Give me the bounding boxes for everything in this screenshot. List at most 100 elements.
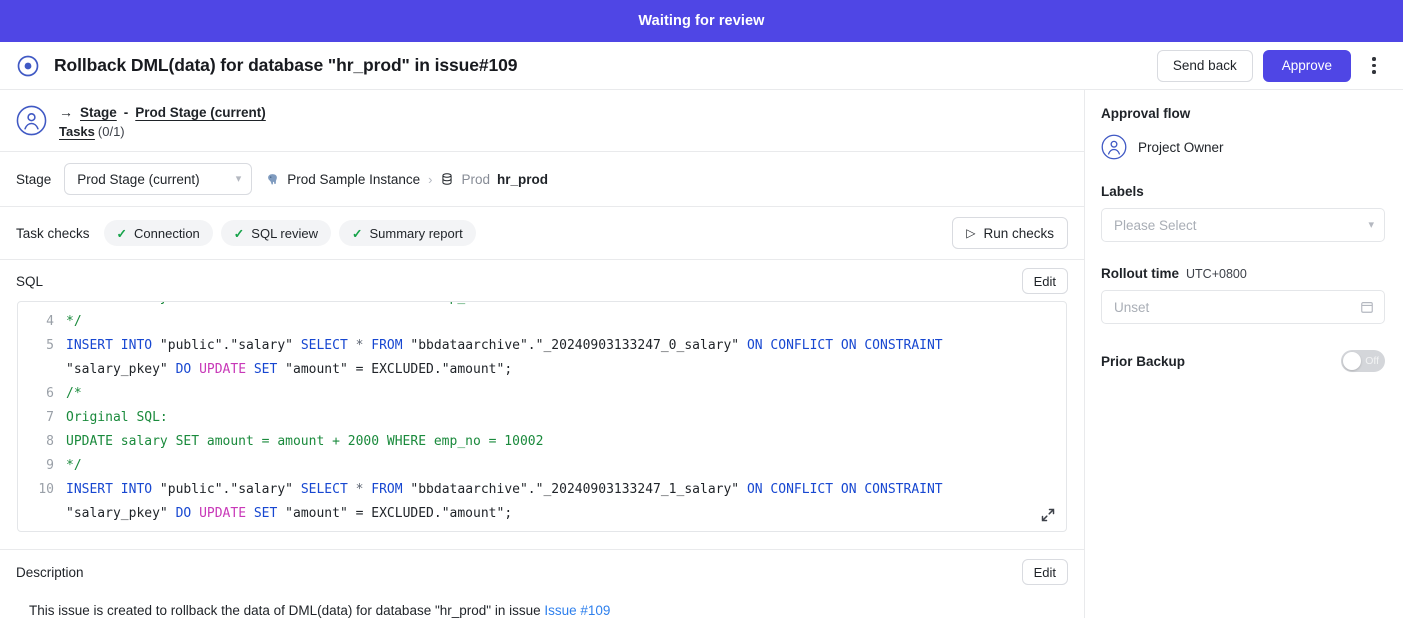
sql-line-content: UPDATE salary SET amount = amount + 1000… bbox=[66, 302, 1066, 310]
kebab-menu-icon[interactable] bbox=[1359, 51, 1389, 81]
sql-line-number: 9 bbox=[46, 458, 54, 473]
stage-header: → Stage - Prod Stage (current) Tasks (0/1… bbox=[0, 90, 1084, 152]
expand-fullscreen-icon[interactable] bbox=[1040, 507, 1056, 523]
sql-line-content: UPDATE salary SET amount = amount + 2000… bbox=[66, 430, 1066, 454]
sql-line-content: INSERT INTO "public"."salary" SELECT * F… bbox=[66, 334, 1066, 358]
prior-backup-label: Prior Backup bbox=[1101, 353, 1186, 369]
description-issue-link[interactable]: Issue #109 bbox=[544, 603, 610, 618]
sql-token: "salary_pkey" bbox=[66, 506, 176, 521]
current-stage-link[interactable]: Prod Stage (current) bbox=[135, 105, 266, 120]
labels-block: Labels Please Select ▾ bbox=[1101, 184, 1385, 242]
rollout-timezone: UTC+0800 bbox=[1186, 267, 1247, 281]
title-bar: Rollback DML(data) for database "hr_prod… bbox=[0, 42, 1403, 90]
tasks-link[interactable]: Tasks bbox=[59, 124, 95, 139]
sql-token: ON CONFLICT ON CONSTRAINT bbox=[746, 482, 943, 497]
breadcrumb-separator: › bbox=[428, 171, 433, 187]
sql-line: "salary_pkey" DO UPDATE SET "amount" = E… bbox=[18, 358, 1066, 382]
check-pill-label: Connection bbox=[134, 225, 200, 241]
main-column: → Stage - Prod Stage (current) Tasks (0/1… bbox=[0, 90, 1085, 618]
description-section: Description Edit This issue is created t… bbox=[0, 549, 1084, 618]
calendar-icon bbox=[1361, 302, 1373, 313]
task-checks-row: Task checks ✓ Connection ✓ SQL review ✓ … bbox=[0, 207, 1084, 260]
description-label: Description bbox=[16, 564, 84, 580]
approver-row: Project Owner bbox=[1101, 134, 1385, 160]
toggle-knob bbox=[1343, 352, 1361, 370]
stage-label: Stage bbox=[16, 171, 52, 187]
sql-token: /* bbox=[66, 386, 82, 401]
check-icon: ✓ bbox=[116, 226, 128, 241]
chevron-down-icon: ▾ bbox=[235, 172, 242, 185]
sql-token: ON CONFLICT ON CONSTRAINT bbox=[746, 338, 943, 353]
tasks-count: (0/1) bbox=[97, 124, 125, 139]
check-pill-summary-report[interactable]: ✓ Summary report bbox=[339, 220, 476, 246]
sql-line-content: "salary_pkey" DO UPDATE SET "amount" = E… bbox=[66, 502, 1066, 526]
sql-token: DO bbox=[175, 362, 200, 377]
send-back-button[interactable]: Send back bbox=[1156, 49, 1253, 82]
toggle-state-label: Off bbox=[1365, 355, 1379, 367]
sql-code-lines: 3UPDATE salary SET amount = amount + 100… bbox=[18, 302, 1066, 526]
rollout-time-input[interactable]: Unset bbox=[1101, 290, 1385, 324]
database-name[interactable]: hr_prod bbox=[497, 172, 548, 187]
postgres-elephant-icon bbox=[268, 173, 278, 184]
instance-name[interactable]: Prod Sample Instance bbox=[287, 172, 420, 187]
sql-line-content: /* bbox=[66, 382, 1066, 406]
sidebar-panel: Approval flow Project Owner Labels Pleas… bbox=[1085, 90, 1403, 618]
sql-line-number: 8 bbox=[46, 434, 54, 449]
prior-backup-toggle[interactable]: Off bbox=[1341, 350, 1385, 372]
sql-line-number: 10 bbox=[38, 482, 54, 497]
status-banner-text: Waiting for review bbox=[638, 13, 765, 29]
sql-line-number: 7 bbox=[46, 410, 54, 425]
sql-code-viewer[interactable]: 3UPDATE salary SET amount = amount + 100… bbox=[17, 301, 1067, 532]
sql-line-number: 4 bbox=[46, 314, 54, 329]
rollout-time-header: Rollout time UTC+0800 bbox=[1101, 266, 1385, 281]
target-circle-icon bbox=[17, 55, 39, 76]
check-pill-sql-review[interactable]: ✓ SQL review bbox=[220, 220, 331, 246]
sql-token: FROM bbox=[371, 338, 411, 353]
sql-token: SET bbox=[253, 362, 286, 377]
sql-token: */ bbox=[66, 458, 82, 473]
check-pill-connection[interactable]: ✓ Connection bbox=[103, 220, 213, 246]
sql-token: UPDATE salary SET amount = amount + 1000… bbox=[66, 302, 543, 305]
labels-select[interactable]: Please Select ▾ bbox=[1101, 208, 1385, 242]
sql-token: * bbox=[355, 338, 372, 353]
stage-select[interactable]: Prod Stage (current) ▾ bbox=[64, 163, 253, 195]
stage-dash: - bbox=[123, 104, 129, 120]
stage-link[interactable]: Stage bbox=[80, 105, 117, 120]
sql-token: * bbox=[355, 482, 372, 497]
database-breadcrumb: Prod Sample Instance › Prod hr_prod bbox=[265, 172, 548, 187]
check-icon: ✓ bbox=[233, 226, 245, 241]
sql-line-content: INSERT INTO "public"."salary" SELECT * F… bbox=[66, 478, 1066, 502]
sql-edit-button[interactable]: Edit bbox=[1021, 268, 1068, 294]
labels-label: Labels bbox=[1101, 184, 1144, 199]
sql-token: "bbdataarchive"."_20240903133247_0_salar… bbox=[410, 338, 747, 353]
sql-token: "amount" = EXCLUDED."amount"; bbox=[285, 506, 513, 521]
sql-line: "salary_pkey" DO UPDATE SET "amount" = E… bbox=[18, 502, 1066, 526]
stage-header-lines: → Stage - Prod Stage (current) Tasks (0/1… bbox=[59, 104, 266, 139]
kebab-dot bbox=[1372, 70, 1376, 74]
arrow-right-icon: → bbox=[59, 104, 73, 120]
sql-token: "public"."salary" bbox=[159, 338, 301, 353]
stage-selector-row: Stage Prod Stage (current) ▾ Prod Sample… bbox=[0, 152, 1084, 207]
check-pill-label: SQL review bbox=[251, 225, 318, 241]
check-pill-label: Summary report bbox=[369, 225, 463, 241]
sql-token: UPDATE bbox=[199, 506, 254, 521]
sql-token: INSERT INTO bbox=[66, 482, 160, 497]
sql-token: SET bbox=[253, 506, 286, 521]
description-edit-button[interactable]: Edit bbox=[1021, 559, 1068, 585]
sql-line-content: */ bbox=[66, 310, 1066, 334]
stage-breadcrumb: → Stage - Prod Stage (current) bbox=[59, 104, 266, 120]
database-environment: Prod bbox=[461, 171, 490, 187]
play-icon: ▷ bbox=[966, 226, 976, 240]
sql-line-content: */ bbox=[66, 454, 1066, 478]
run-checks-button[interactable]: ▷ Run checks bbox=[952, 217, 1068, 249]
sql-line: 8 UPDATE salary SET amount = amount + 200… bbox=[18, 430, 1066, 454]
sql-line: 5 INSERT INTO "public"."salary" SELECT * … bbox=[18, 334, 1066, 358]
sql-line-number: 3 bbox=[18, 302, 66, 310]
rollout-time-block: Rollout time UTC+0800 Unset bbox=[1101, 266, 1385, 324]
approver-name: Project Owner bbox=[1138, 139, 1224, 155]
sql-token: SELECT bbox=[300, 482, 356, 497]
sql-token: UPDATE salary SET amount = amount + 2000… bbox=[66, 434, 544, 449]
approve-button[interactable]: Approve bbox=[1262, 49, 1351, 82]
sql-token: "amount" = EXCLUDED."amount"; bbox=[285, 362, 513, 377]
task-checks-label: Task checks bbox=[16, 225, 90, 241]
